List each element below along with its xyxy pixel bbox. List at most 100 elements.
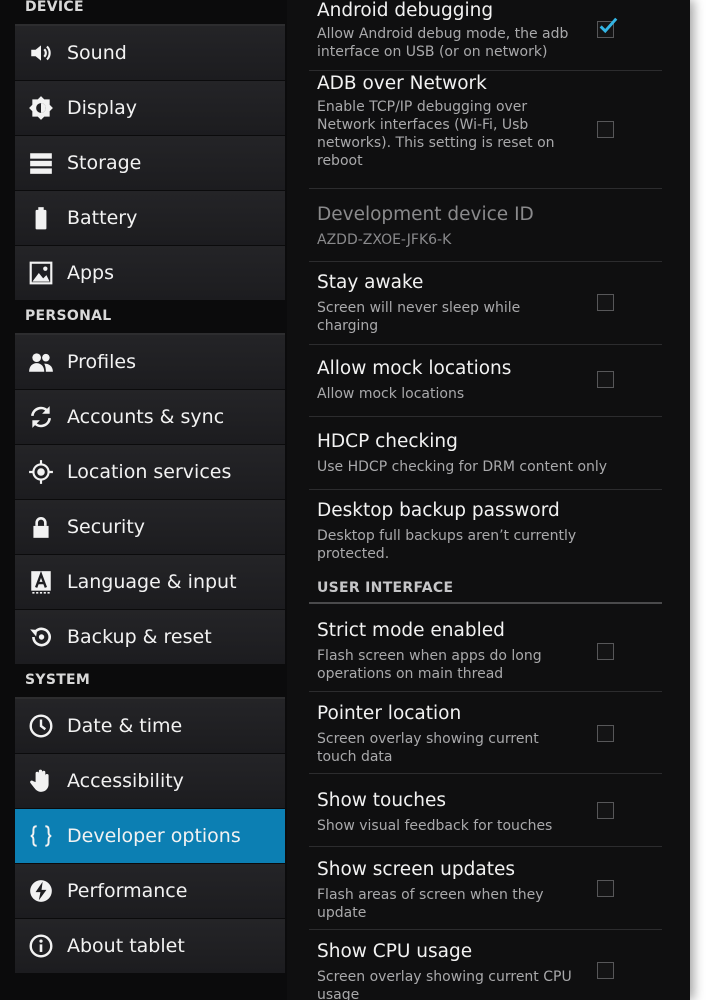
- brightness-icon: [15, 81, 67, 136]
- setting-android-debugging[interactable]: Android debugging Allow Android debug mo…: [309, 0, 662, 71]
- sidebar-item-label: Language & input: [67, 571, 237, 593]
- storage-icon: [15, 136, 67, 191]
- braces-icon: [15, 809, 67, 864]
- category-device: DEVICE: [15, 0, 285, 26]
- apps-icon: [15, 246, 67, 301]
- setting-title: Android debugging: [317, 0, 494, 21]
- sidebar-item-date-time[interactable]: Date & time: [15, 699, 285, 754]
- category-personal: PERSONAL: [15, 301, 285, 335]
- keyboard-letter-icon: [15, 555, 67, 610]
- stay-awake-checkbox[interactable]: [597, 294, 614, 311]
- sidebar-item-language-input[interactable]: Language & input: [15, 555, 285, 610]
- setting-development-device-id: Development device ID AZDD-ZXOE-JFK6-K: [309, 189, 662, 262]
- show-touches-checkbox[interactable]: [597, 802, 614, 819]
- sidebar-item-display[interactable]: Display: [15, 81, 285, 136]
- battery-icon: [15, 191, 67, 246]
- sidebar-item-label: Security: [67, 516, 146, 538]
- setting-adb-over-network[interactable]: ADB over Network Enable TCP/IP debugging…: [309, 71, 662, 189]
- setting-summary: Screen overlay showing current touch dat…: [317, 731, 539, 765]
- sidebar-item-label: Profiles: [67, 351, 136, 373]
- setting-strict-mode[interactable]: Strict mode enabled Flash screen when ap…: [309, 608, 662, 692]
- setting-title: Desktop backup password: [317, 500, 560, 521]
- setting-summary: Desktop full backups aren’t currently pr…: [317, 528, 577, 562]
- sidebar-item-accessibility[interactable]: Accessibility: [15, 754, 285, 809]
- setting-summary: Screen overlay showing current CPU usage: [317, 969, 572, 1000]
- sidebar-item-label: Storage: [67, 152, 142, 174]
- settings-screen: DEVICE Sound Display Storage Battery App…: [0, 0, 690, 1000]
- sidebar-item-label: Apps: [67, 262, 115, 284]
- sidebar-item-profiles[interactable]: Profiles: [15, 335, 285, 390]
- setting-summary: Screen will never sleep while charging: [317, 300, 521, 334]
- setting-title: Stay awake: [317, 272, 424, 293]
- section-user-interface: USER INTERFACE: [309, 580, 662, 604]
- setting-hdcp-checking[interactable]: HDCP checking Use HDCP checking for DRM …: [309, 417, 662, 490]
- setting-summary: Flash areas of screen when they update: [317, 887, 544, 921]
- info-icon: [15, 919, 67, 974]
- hand-icon: [15, 754, 67, 809]
- setting-summary: Use HDCP checking for DRM content only: [317, 459, 608, 475]
- setting-allow-mock-locations[interactable]: Allow mock locations Allow mock location…: [309, 345, 662, 417]
- adb-over-network-checkbox[interactable]: [597, 121, 614, 138]
- setting-summary: Allow mock locations: [317, 386, 465, 402]
- settings-sidebar: DEVICE Sound Display Storage Battery App…: [15, 0, 285, 974]
- setting-summary: Flash screen when apps do long operation…: [317, 648, 542, 682]
- lock-icon: [15, 500, 67, 555]
- android-debugging-checkbox[interactable]: [597, 17, 618, 38]
- setting-summary: Allow Android debug mode, the adb interf…: [317, 26, 569, 60]
- setting-title: Show touches: [317, 790, 447, 811]
- setting-summary: Enable TCP/IP debugging over Network int…: [317, 99, 555, 169]
- category-system: SYSTEM: [15, 665, 285, 699]
- sidebar-item-performance[interactable]: Performance: [15, 864, 285, 919]
- allow-mock-locations-checkbox[interactable]: [597, 371, 614, 388]
- sidebar-item-storage[interactable]: Storage: [15, 136, 285, 191]
- sidebar-item-developer-options[interactable]: Developer options: [15, 809, 285, 864]
- sidebar-item-label: Performance: [67, 880, 188, 902]
- developer-options-panel: Android debugging Allow Android debug mo…: [287, 0, 690, 1000]
- sidebar-item-label: Battery: [67, 207, 138, 229]
- sidebar-item-label: Backup & reset: [67, 626, 212, 648]
- setting-summary: Show visual feedback for touches: [317, 818, 553, 834]
- setting-title: Show CPU usage: [317, 941, 473, 962]
- pointer-location-checkbox[interactable]: [597, 725, 614, 742]
- sidebar-item-label: About tablet: [67, 935, 185, 957]
- sidebar-item-label: Accessibility: [67, 770, 184, 792]
- profiles-icon: [15, 335, 67, 390]
- setting-title: Allow mock locations: [317, 358, 512, 379]
- sidebar-item-sound[interactable]: Sound: [15, 26, 285, 81]
- speaker-icon: [15, 26, 67, 81]
- show-cpu-usage-checkbox[interactable]: [597, 962, 614, 979]
- sidebar-item-security[interactable]: Security: [15, 500, 285, 555]
- sidebar-item-label: Sound: [67, 42, 127, 64]
- sync-icon: [15, 390, 67, 445]
- setting-title: Pointer location: [317, 703, 462, 724]
- setting-title: ADB over Network: [317, 73, 487, 94]
- sidebar-item-location-services[interactable]: Location services: [15, 445, 285, 500]
- sidebar-item-label: Developer options: [67, 825, 241, 847]
- clock-icon: [15, 699, 67, 754]
- strict-mode-checkbox[interactable]: [597, 643, 614, 660]
- sidebar-item-label: Accounts & sync: [67, 406, 225, 428]
- location-icon: [15, 445, 67, 500]
- sidebar-item-label: Display: [67, 97, 138, 119]
- setting-stay-awake[interactable]: Stay awake Screen will never sleep while…: [309, 262, 662, 345]
- setting-title: Show screen updates: [317, 859, 515, 880]
- setting-show-touches[interactable]: Show touches Show visual feedback for to…: [309, 774, 662, 847]
- setting-title: HDCP checking: [317, 431, 458, 452]
- lightning-icon: [15, 864, 67, 919]
- setting-desktop-backup-password[interactable]: Desktop backup password Desktop full bac…: [309, 490, 662, 567]
- sidebar-item-accounts-sync[interactable]: Accounts & sync: [15, 390, 285, 445]
- setting-title: Development device ID: [317, 204, 534, 225]
- setting-summary: AZDD-ZXOE-JFK6-K: [317, 232, 452, 248]
- backup-icon: [15, 610, 67, 665]
- setting-pointer-location[interactable]: Pointer location Screen overlay showing …: [309, 692, 662, 774]
- sidebar-item-about-tablet[interactable]: About tablet: [15, 919, 285, 974]
- sidebar-item-label: Location services: [67, 461, 232, 483]
- sidebar-item-battery[interactable]: Battery: [15, 191, 285, 246]
- sidebar-item-backup-reset[interactable]: Backup & reset: [15, 610, 285, 665]
- setting-title: Strict mode enabled: [317, 620, 505, 641]
- sidebar-item-apps[interactable]: Apps: [15, 246, 285, 301]
- show-screen-updates-checkbox[interactable]: [597, 880, 614, 897]
- setting-show-cpu-usage[interactable]: Show CPU usage Screen overlay showing cu…: [309, 930, 662, 1000]
- setting-show-screen-updates[interactable]: Show screen updates Flash areas of scree…: [309, 847, 662, 930]
- checkmark-icon: [599, 17, 618, 34]
